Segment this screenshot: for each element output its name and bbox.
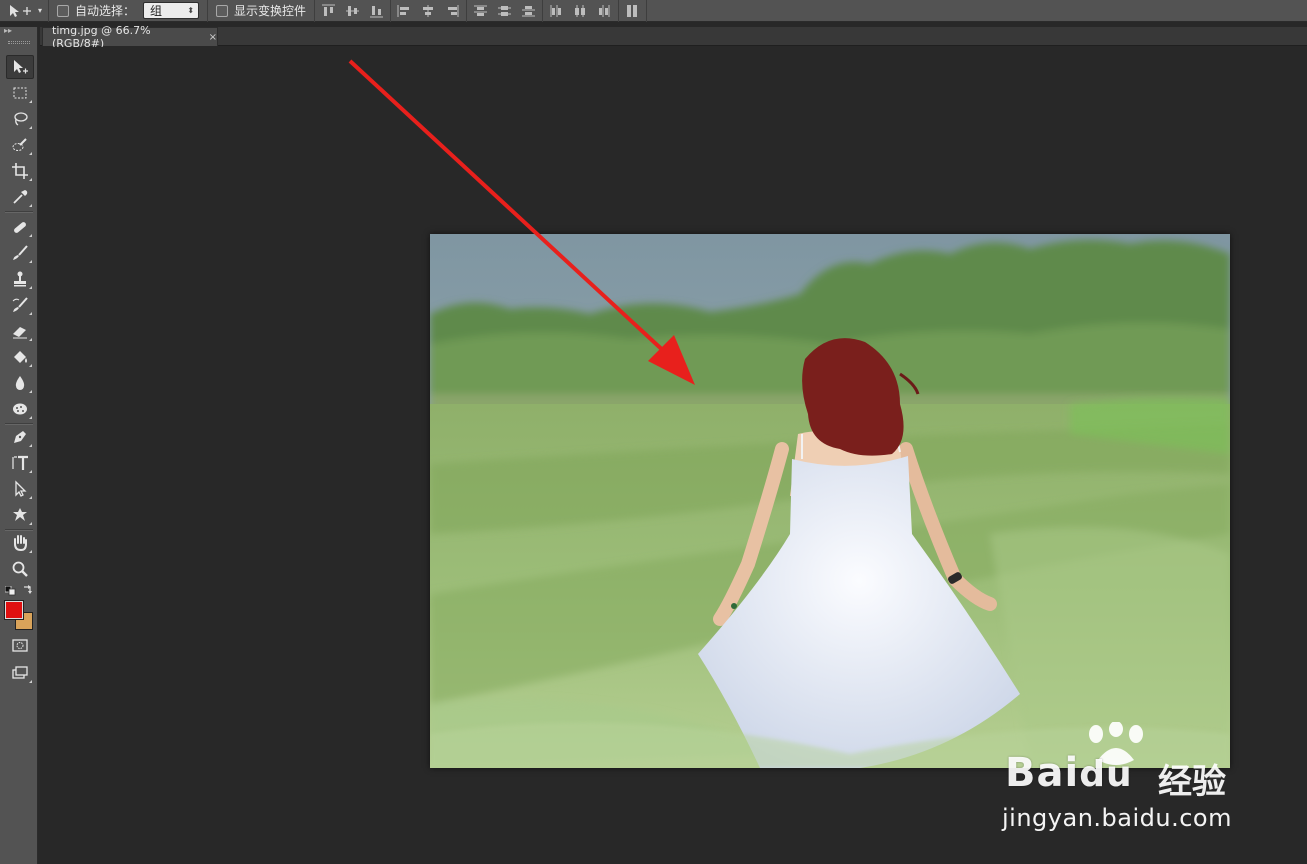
pen-icon [14,431,26,443]
eyedropper-tool[interactable] [6,185,34,209]
eyedropper-icon [13,190,28,204]
healing-brush-tool[interactable] [6,215,34,239]
paint-bucket-tool[interactable] [6,345,34,369]
history-brush-icon [12,297,28,312]
watermark-url: jingyan.baidu.com [1002,804,1232,832]
distribute-top-icon[interactable] [473,4,488,18]
custom-shape-tool[interactable] [6,503,34,527]
document-tab[interactable]: timg.jpg @ 66.7%(RGB/8#) × [42,24,218,50]
distribute-h-group [543,0,620,22]
bandage-icon [14,222,26,233]
sponge-icon [13,403,27,415]
history-brush-tool[interactable] [6,293,34,317]
align-bottom-icon[interactable] [369,4,384,18]
marquee-tool[interactable] [6,81,34,105]
close-icon[interactable]: × [209,32,217,43]
updown-icon: ⬍ [187,6,195,15]
eraser-icon [13,327,27,339]
halign-group [391,0,468,22]
quick-selection-icon [12,138,27,151]
watermark-brand-bai: Bai [1005,750,1080,796]
align-vcenter-icon[interactable] [345,4,360,18]
move-icon [10,4,31,17]
auto-select-dropdown[interactable]: 组 ⬍ [143,2,200,19]
hand-tool[interactable] [6,531,34,555]
foreground-color-swatch[interactable] [4,600,24,620]
brush-icon [13,245,28,260]
path-selection-tool[interactable] [6,477,34,501]
move-icon [14,60,28,74]
baidu-jingyan-watermark: Baidu 经验 jingyan.baidu.com [1000,722,1300,842]
panel-collapse-icon[interactable]: ▸▸ [4,27,34,35]
custom-shape-icon [13,508,27,521]
type-tool[interactable] [6,451,34,475]
screen-mode-tool[interactable] [6,661,34,685]
panel-grip[interactable] [8,41,30,44]
options-bar: ▾ 自动选择： 组 ⬍ 显示变换控件 [0,0,1307,22]
auto-align-icon[interactable] [625,4,640,18]
auto-select-checkbox[interactable] [57,4,70,17]
toolbox-divider [5,211,33,213]
show-transform-group: 显示变换控件 [208,0,316,22]
distribute-bottom-icon[interactable] [521,4,536,18]
distribute-v-group [467,0,544,22]
quick-mask-tool[interactable] [6,633,34,657]
droplet-icon [15,376,25,390]
watermark-brand: Baidu [1005,750,1133,796]
distribute-left-icon[interactable] [549,4,564,18]
auto-select-group: 自动选择： 组 ⬍ [49,0,209,22]
hand-icon [14,535,27,552]
move-tool[interactable] [6,55,34,79]
quick-mask-icon [12,639,28,652]
eraser-tool[interactable] [6,319,34,343]
lasso-tool[interactable] [6,107,34,131]
path-selection-icon [15,480,27,497]
dodge-tool[interactable] [6,397,34,421]
zoom-tool[interactable] [6,557,34,581]
watermark-brand-du: du [1079,754,1133,795]
annotation-arrow [348,59,695,385]
stamp-icon [14,271,26,287]
show-transform-label: 显示变换控件 [234,4,307,18]
screen-mode-icon [12,666,28,679]
chevron-down-icon: ▾ [38,6,43,15]
zoom-icon [12,561,28,577]
align-group [315,0,392,22]
clone-stamp-tool[interactable] [6,267,34,291]
distribute-vcenter-icon[interactable] [497,4,512,18]
auto-select-value: 组 [150,4,163,18]
swap-colors-icon[interactable] [22,585,33,596]
default-colors-icon[interactable] [5,586,17,596]
type-icon [12,455,28,470]
brush-tool[interactable] [6,241,34,265]
align-hcenter-icon[interactable] [421,4,436,18]
align-top-icon[interactable] [321,4,336,18]
distribute-hcenter-icon[interactable] [573,4,588,18]
watermark-chinese: 经验 [1158,762,1226,802]
crop-tool[interactable] [6,159,34,183]
align-right-icon[interactable] [445,4,460,18]
show-transform-checkbox[interactable] [216,4,229,17]
lasso-icon [14,112,28,126]
document-tab-bar: timg.jpg @ 66.7%(RGB/8#) × [40,24,1307,50]
align-left-icon[interactable] [397,4,412,18]
distribute-right-icon[interactable] [597,4,612,18]
move-tool-preset[interactable]: ▾ [0,0,50,22]
pen-tool[interactable] [6,425,34,449]
toolbox-panel: ▸▸ [0,27,38,864]
crop-icon [12,163,28,179]
blur-tool[interactable] [6,371,34,395]
auto-select-label: 自动选择： [75,4,136,18]
auto-align-group [619,0,648,22]
quick-selection-tool[interactable] [6,133,34,157]
rectangle-marquee-icon [13,87,27,99]
paint-bucket-icon [14,351,27,363]
